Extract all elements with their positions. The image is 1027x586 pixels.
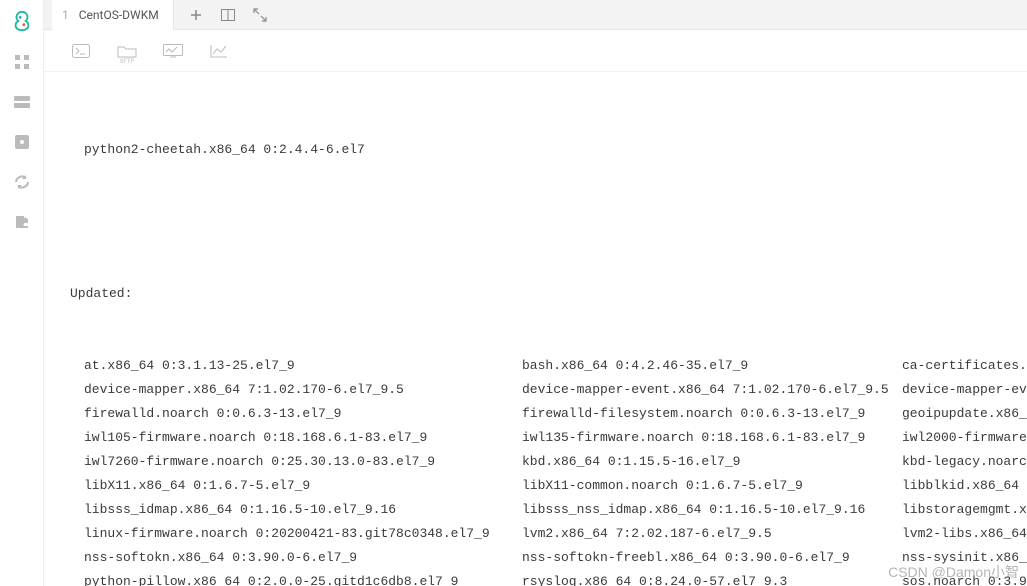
- tab-title: CentOS-DWKM: [79, 8, 159, 22]
- package-cell: ca-certificates.noarch 0: [902, 354, 1027, 378]
- toolbar: SFTP: [44, 30, 1027, 72]
- new-tab-button[interactable]: [188, 7, 204, 23]
- sftp-label: SFTP: [120, 58, 134, 65]
- package-cell: nss-softokn.x86_64 0:3.90.0-6.el7_9: [84, 546, 522, 570]
- sftp-tool-icon[interactable]: SFTP: [116, 41, 138, 61]
- package-cell: libstoragemgmt.x86_64 0: [902, 498, 1027, 522]
- main-area: 1 CentOS-DWKM SFTP: [44, 0, 1027, 586]
- tab-actions: [174, 7, 268, 23]
- tab-centos[interactable]: 1 CentOS-DWKM: [52, 0, 174, 30]
- sidebar-server-icon[interactable]: [12, 92, 32, 112]
- package-cell: geoipupdate.x86_64 0:2.5: [902, 402, 1027, 426]
- sidebar-sync-icon[interactable]: [12, 172, 32, 192]
- updated-package-grid: at.x86_64 0:3.1.13-25.el7_9bash.x86_64 0…: [70, 354, 1027, 586]
- sidebar-extension-icon[interactable]: [12, 212, 32, 232]
- package-cell: nss-softokn-freebl.x86_64 0:3.90.0-6.el7…: [522, 546, 902, 570]
- package-row: libsss_idmap.x86_64 0:1.16.5-10.el7_9.16…: [70, 498, 1027, 522]
- package-cell: lvm2-libs.x86_64 7:2.02: [902, 522, 1027, 546]
- chart-tool-icon[interactable]: [208, 41, 230, 61]
- package-row: at.x86_64 0:3.1.13-25.el7_9bash.x86_64 0…: [70, 354, 1027, 378]
- updated-header: Updated:: [70, 282, 1027, 306]
- split-panel-button[interactable]: [220, 7, 236, 23]
- package-cell: iwl7260-firmware.noarch 0:25.30.13.0-83.…: [84, 450, 522, 474]
- app-logo: [11, 10, 33, 32]
- package-cell: firewalld.noarch 0:0.6.3-13.el7_9: [84, 402, 522, 426]
- expand-button[interactable]: [252, 7, 268, 23]
- package-cell: libsss_idmap.x86_64 0:1.16.5-10.el7_9.16: [84, 498, 522, 522]
- package-cell: device-mapper-event.x86_64 7:1.02.170-6.…: [522, 378, 902, 402]
- package-cell: at.x86_64 0:3.1.13-25.el7_9: [84, 354, 522, 378]
- package-cell: libX11.x86_64 0:1.6.7-5.el7_9: [84, 474, 522, 498]
- package-cell: libX11-common.noarch 0:1.6.7-5.el7_9: [522, 474, 902, 498]
- terminal-output: python2-cheetah.x86_64 0:2.4.4-6.el7 Upd…: [44, 72, 1027, 586]
- package-row: firewalld.noarch 0:0.6.3-13.el7_9firewal…: [70, 402, 1027, 426]
- package-cell: bash.x86_64 0:4.2.46-35.el7_9: [522, 354, 902, 378]
- package-row: linux-firmware.noarch 0:20200421-83.git7…: [70, 522, 1027, 546]
- package-cell: iwl105-firmware.noarch 0:18.168.6.1-83.e…: [84, 426, 522, 450]
- sidebar-grid-icon[interactable]: [12, 52, 32, 72]
- package-cell: lvm2.x86_64 7:2.02.187-6.el7_9.5: [522, 522, 902, 546]
- monitor-tool-icon[interactable]: [162, 41, 184, 61]
- package-cell: iwl2000-firmware.noarch: [902, 426, 1027, 450]
- package-cell: libblkid.x86_64 0:2.23.2: [902, 474, 1027, 498]
- package-row: iwl105-firmware.noarch 0:18.168.6.1-83.e…: [70, 426, 1027, 450]
- command-tool-icon[interactable]: [70, 41, 92, 61]
- package-row: device-mapper.x86_64 7:1.02.170-6.el7_9.…: [70, 378, 1027, 402]
- package-cell: rsyslog.x86_64 0:8.24.0-57.el7_9.3: [522, 570, 902, 586]
- package-cell: iwl135-firmware.noarch 0:18.168.6.1-83.e…: [522, 426, 902, 450]
- tab-bar: 1 CentOS-DWKM: [44, 0, 1027, 30]
- watermark: CSDN @Damon小智: [888, 562, 1019, 582]
- dep-line: python2-cheetah.x86_64 0:2.4.4-6.el7: [70, 138, 1027, 162]
- tab-index: 1: [62, 8, 69, 22]
- package-cell: kbd-legacy.noarch 0:1.15: [902, 450, 1027, 474]
- package-cell: linux-firmware.noarch 0:20200421-83.git7…: [84, 522, 522, 546]
- package-cell: kbd.x86_64 0:1.15.5-16.el7_9: [522, 450, 902, 474]
- package-row: python-pillow.x86_64 0:2.0.0-25.gitd1c6d…: [70, 570, 1027, 586]
- package-row: iwl7260-firmware.noarch 0:25.30.13.0-83.…: [70, 450, 1027, 474]
- package-cell: device-mapper-event-libs: [902, 378, 1027, 402]
- package-cell: libsss_nss_idmap.x86_64 0:1.16.5-10.el7_…: [522, 498, 902, 522]
- sidebar-box-icon[interactable]: [12, 132, 32, 152]
- package-cell: firewalld-filesystem.noarch 0:0.6.3-13.e…: [522, 402, 902, 426]
- app-sidebar: [0, 0, 44, 586]
- package-row: nss-softokn.x86_64 0:3.90.0-6.el7_9nss-s…: [70, 546, 1027, 570]
- package-cell: device-mapper.x86_64 7:1.02.170-6.el7_9.…: [84, 378, 522, 402]
- package-row: libX11.x86_64 0:1.6.7-5.el7_9libX11-comm…: [70, 474, 1027, 498]
- package-cell: python-pillow.x86_64 0:2.0.0-25.gitd1c6d…: [84, 570, 522, 586]
